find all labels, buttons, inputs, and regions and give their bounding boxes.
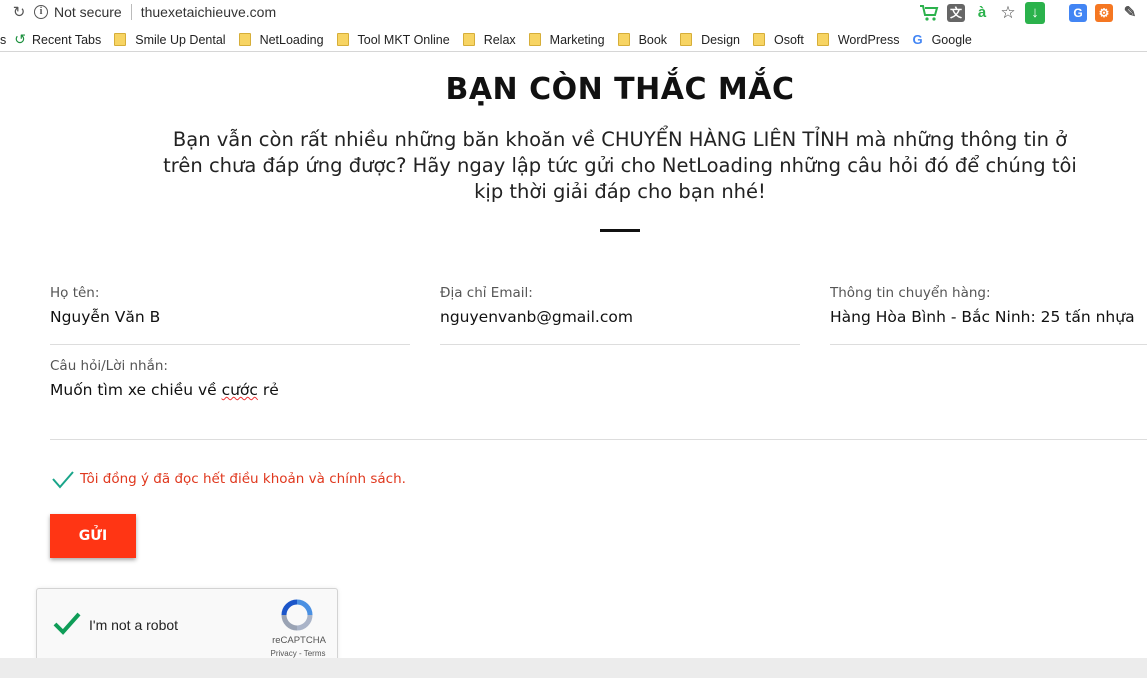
bookmark-label: Recent Tabs [31,32,102,47]
star-icon[interactable]: ☆ [999,4,1017,22]
hubspot-icon[interactable]: ⚙ [1095,4,1113,22]
bookmark-item[interactable]: WordPress [816,32,900,47]
submit-button[interactable]: GỬI [50,514,136,558]
folder-icon [462,33,475,46]
consent-label: Tôi đồng ý đã đọc hết điều khoản và chín… [80,471,406,487]
bookmark-item[interactable]: Osoft [752,32,804,47]
google-icon: G [912,32,923,47]
browser-toolbar: ↻ i Not secure thuexetaichieuve.com 文 à … [0,0,1147,26]
email-field[interactable]: Địa chỉ Email: nguyenvanb@gmail.com [440,285,800,345]
bookmark-item[interactable]: NetLoading [238,32,324,47]
folder-icon [528,33,541,46]
bookmark-label: Tool MKT Online [357,32,450,47]
message-text: Muốn tìm xe chiều về [50,381,222,399]
history-icon: ↺ [14,31,26,47]
recaptcha-label: I'm not a robot [89,617,179,633]
folder-icon [238,33,251,46]
info-icon[interactable]: i [34,5,48,19]
title-divider [600,229,640,232]
message-text-tail: rẻ [257,381,279,399]
translate-extension-icon[interactable]: 文 [947,4,965,22]
shipping-input[interactable]: Hàng Hòa Bình - Bắc Ninh: 25 tấn nhựa [830,308,1147,326]
folder-icon [336,33,349,46]
bookmark-label: Smile Up Dental [135,32,226,47]
name-label: Họ tên: [50,285,100,301]
bookmark-label: Book [638,32,668,47]
bookmark-recent-tabs[interactable]: ↺ Recent Tabs [14,31,101,48]
bookmark-label: Osoft [773,32,804,47]
bookmark-item[interactable]: Relax [462,32,516,47]
shipping-field[interactable]: Thông tin chuyển hàng: Hàng Hòa Bình - B… [830,285,1147,345]
message-spellcheck-word: cước [221,381,258,399]
bookmark-fragment[interactable]: s [0,33,6,47]
bookmark-google[interactable]: G Google [912,32,971,47]
bookmark-label: NetLoading [259,32,324,47]
bookmark-label: Marketing [549,32,605,47]
shipping-label: Thông tin chuyển hàng: [830,285,991,301]
a-extension-icon[interactable]: à [973,4,991,22]
download-icon[interactable]: ↓ [1025,2,1045,24]
checkmark-icon[interactable] [50,466,76,492]
security-label: Not secure [54,4,122,20]
address-separator [130,4,132,20]
name-input[interactable]: Nguyễn Văn B [50,308,410,326]
google-translate-icon[interactable]: G [1069,4,1087,22]
consent-checkbox[interactable]: Tôi đồng ý đã đọc hết điều khoản và chín… [50,466,406,492]
eyedropper-icon[interactable]: ✎ [1121,4,1139,22]
message-textarea[interactable]: Muốn tìm xe chiều về cước rẻ [50,381,1147,399]
email-input[interactable]: nguyenvanb@gmail.com [440,308,800,326]
folder-icon [752,33,765,46]
recaptcha-widget: I'm not a robot reCAPTCHA Privacy - Term… [36,588,338,666]
bookmarks-bar: s ↺ Recent Tabs Smile Up Dental NetLoadin… [0,28,1147,52]
message-label: Câu hỏi/Lời nhắn: [50,358,168,374]
email-label: Địa chỉ Email: [440,285,533,301]
bookmark-item[interactable]: Smile Up Dental [114,32,226,47]
bookmark-item[interactable]: Book [617,32,668,47]
name-field[interactable]: Họ tên: Nguyễn Văn B [50,285,410,345]
recaptcha-checkmark-icon[interactable] [51,607,83,639]
folder-icon [617,33,630,46]
url-text[interactable]: thuexetaichieuve.com [141,4,276,20]
reload-icon[interactable]: ↻ [10,3,28,21]
bottom-strip [0,658,1147,678]
message-field[interactable]: Câu hỏi/Lời nhắn: Muốn tìm xe chiều về c… [50,358,1147,440]
page-title: BẠN CÒN THẮC MẮC [445,72,795,107]
bookmark-label: Design [701,32,740,47]
address-bar[interactable]: i Not secure thuexetaichieuve.com [34,0,276,24]
recaptcha-logo-icon [281,599,313,631]
bookmark-label: WordPress [837,32,900,47]
folder-icon [680,33,693,46]
bookmark-item[interactable]: Tool MKT Online [336,32,450,47]
folder-icon [114,33,127,46]
extension-icons: 文 à ☆ ↓ G ⚙ ✎ [919,2,1139,24]
bookmark-item[interactable]: Marketing [528,32,605,47]
recaptcha-links[interactable]: Privacy - Terms [263,649,333,658]
cart-extension-icon[interactable] [919,4,939,22]
bookmark-label: Google [931,32,972,47]
folder-icon [816,33,829,46]
bookmark-label: Relax [483,32,516,47]
recaptcha-brand: reCAPTCHA [272,635,326,646]
bookmark-item[interactable]: Design [680,33,740,47]
intro-text: Bạn vẫn còn rất nhiều những băn khoăn về… [163,128,1077,203]
